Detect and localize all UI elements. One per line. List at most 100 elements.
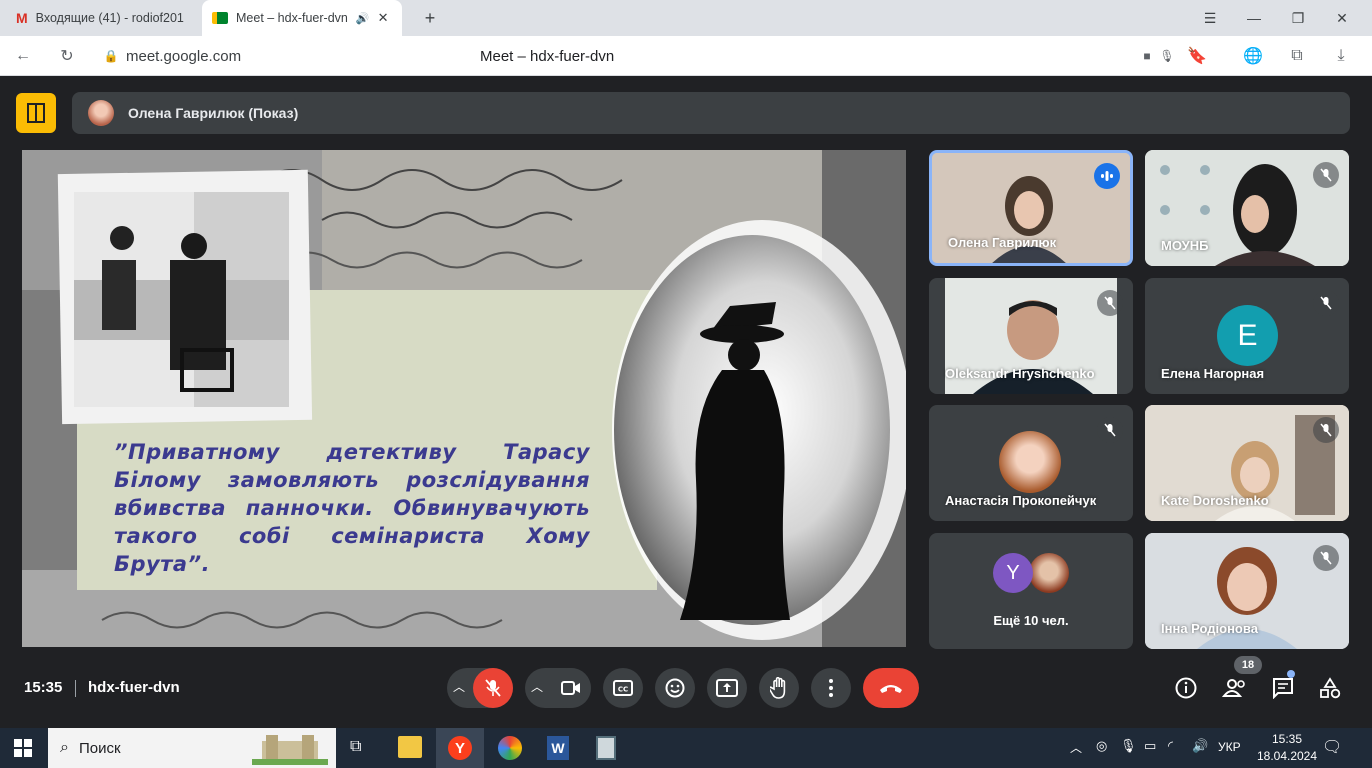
speaking-indicator-icon — [1094, 163, 1120, 189]
participant-avatar — [1029, 553, 1069, 593]
participant-tile[interactable]: Інна Родіонова — [1145, 533, 1349, 649]
tab-meet[interactable]: Meet – hdx-fuer-dvn 🔊 ✕ — [202, 0, 402, 36]
volume-icon[interactable]: 🔊 — [1192, 738, 1208, 754]
mic-off-icon — [1313, 290, 1339, 316]
door-icon — [27, 103, 45, 123]
notifications-icon[interactable]: 🗨 — [1322, 737, 1342, 757]
activities-button[interactable] — [1316, 674, 1344, 702]
participant-tile[interactable]: Oleksandr Hryshchenko — [929, 278, 1133, 394]
more-vert-icon — [829, 679, 833, 697]
word-icon[interactable]: W — [547, 736, 569, 760]
calculator-icon[interactable] — [596, 736, 616, 760]
clock-time[interactable]: 15:35 — [1256, 732, 1318, 746]
closed-captions-icon: CC — [613, 680, 633, 696]
participant-avatar: E — [1217, 305, 1278, 366]
svg-text:CC: CC — [618, 686, 628, 694]
participant-tile[interactable]: Олена Гаврилюк — [929, 150, 1133, 266]
download-icon[interactable]: ⤓ — [1328, 43, 1354, 69]
tray-camera-icon[interactable]: ◎ — [1096, 738, 1107, 754]
language-indicator[interactable]: УКР — [1218, 740, 1241, 754]
mic-options-chevron-icon[interactable]: ︿ — [453, 678, 465, 695]
mic-off-icon — [1313, 417, 1339, 443]
globe-icon[interactable]: 🌐 — [1240, 43, 1266, 69]
video-camera-icon — [561, 681, 580, 695]
participant-name: Елена Нагорная — [1161, 366, 1265, 381]
page-title: Meet – hdx-fuer-dvn — [480, 48, 615, 65]
restore-button[interactable]: ❐ — [1276, 0, 1320, 36]
layout-toggle-button[interactable] — [16, 93, 56, 133]
reload-icon[interactable]: ↻ — [54, 43, 80, 69]
windows-taskbar: ⌕ Поиск ⧉ Y W ︿ ◎ 🎙 ▭ ◜ 🔊 УКР 15:35 18.0… — [0, 728, 1372, 768]
participant-tile[interactable]: МОУНБ — [1145, 150, 1349, 266]
participant-name: МОУНБ — [1161, 238, 1209, 253]
meeting-code: hdx-fuer-dvn — [88, 679, 180, 696]
search-icon: ⌕ — [60, 739, 69, 756]
windows-start-icon[interactable] — [14, 739, 32, 762]
extensions-icon[interactable]: ⧉ — [1284, 43, 1310, 69]
lock-icon[interactable]: 🔒 — [98, 43, 124, 69]
back-arrow-icon[interactable]: ← — [10, 43, 36, 69]
participant-tile[interactable]: Kate Doroshenko — [1145, 405, 1349, 521]
mic-indicator-icon[interactable]: 🎙 — [1154, 43, 1180, 69]
present-screen-button[interactable] — [707, 668, 747, 708]
more-participants-label: Ещё 10 чел. — [993, 613, 1069, 628]
chat-icon — [1273, 678, 1293, 699]
battery-icon[interactable]: ▭ — [1144, 738, 1156, 754]
gmail-icon: M — [16, 10, 28, 26]
paint-icon[interactable] — [498, 736, 522, 760]
browser-tab-bar: M Входящие (41) - rodiof201 Meet – hdx-f… — [0, 0, 1372, 36]
present-screen-icon — [716, 679, 738, 697]
participant-tile[interactable]: E Елена Нагорная — [1145, 278, 1349, 394]
new-message-dot — [1287, 670, 1295, 678]
url-text[interactable]: meet.google.com — [126, 48, 241, 65]
camera-options-chevron-icon[interactable]: ︿ — [531, 678, 543, 695]
chat-button[interactable] — [1269, 674, 1297, 702]
new-tab-button[interactable]: + — [418, 6, 442, 30]
meet-icon — [212, 12, 228, 24]
tray-mic-icon[interactable]: 🎙 — [1120, 738, 1137, 754]
participant-tile[interactable]: Анастасія Прокопейчук — [929, 405, 1133, 521]
captions-button[interactable]: CC — [603, 668, 643, 708]
participant-avatar: Y — [993, 553, 1033, 593]
camera-toggle-button[interactable] — [551, 668, 591, 708]
info-icon — [1175, 677, 1197, 699]
address-bar: ← ↻ 🔒 meet.google.com Meet – hdx-fuer-dv… — [0, 36, 1372, 76]
tab-gmail[interactable]: M Входящие (41) - rodiof201 — [6, 0, 198, 36]
meeting-time: 15:35 — [24, 679, 63, 696]
reactions-button[interactable] — [655, 668, 695, 708]
more-options-button[interactable] — [811, 668, 851, 708]
people-icon — [1222, 679, 1245, 697]
participant-name: Анастасія Прокопейчук — [945, 493, 1097, 508]
tab-title: Meet – hdx-fuer-dvn — [236, 11, 348, 25]
search-placeholder: Поиск — [78, 739, 121, 757]
participant-name: Kate Doroshenko — [1161, 493, 1269, 508]
speaker-icon: 🔊 — [355, 12, 370, 25]
clock-date[interactable]: 18.04.2024 — [1251, 749, 1323, 763]
raise-hand-button[interactable] — [759, 668, 799, 708]
task-view-icon[interactable]: ⧉ — [350, 738, 361, 756]
participant-name: Інна Родіонова — [1161, 621, 1258, 636]
mic-off-icon — [485, 679, 501, 697]
wifi-icon[interactable]: ◜ — [1168, 738, 1173, 754]
tab-title: Входящие (41) - rodiof201 — [35, 11, 184, 25]
end-call-button[interactable] — [863, 668, 919, 708]
participant-tile[interactable]: Y Ещё 10 чел. — [929, 533, 1133, 649]
mic-toggle-button[interactable] — [473, 668, 513, 708]
close-tab-icon[interactable]: ✕ — [378, 10, 389, 26]
menu-icon[interactable]: ☰ — [1188, 0, 1232, 36]
taskbar-search-box[interactable]: ⌕ Поиск — [48, 728, 336, 768]
bookmark-icon[interactable]: 🔖 — [1184, 43, 1210, 69]
mic-off-icon — [1313, 545, 1339, 571]
shapes-icon — [1320, 677, 1341, 699]
presentation-slide: ”Приватному детективу Тарасу Білому замо… — [22, 150, 906, 647]
minimize-button[interactable]: — — [1232, 0, 1276, 36]
divider — [75, 680, 76, 697]
file-explorer-icon[interactable] — [398, 736, 422, 758]
yandex-browser-icon[interactable]: Y — [448, 736, 472, 760]
meeting-info-button[interactable] — [1172, 674, 1200, 702]
presenter-bar: Олена Гаврилюк (Показ) — [72, 92, 1350, 134]
close-window-button[interactable]: ✕ — [1320, 0, 1364, 36]
participant-avatar — [999, 431, 1061, 493]
tray-chevron-icon[interactable]: ︿ — [1070, 739, 1082, 756]
participants-button[interactable] — [1221, 674, 1249, 702]
